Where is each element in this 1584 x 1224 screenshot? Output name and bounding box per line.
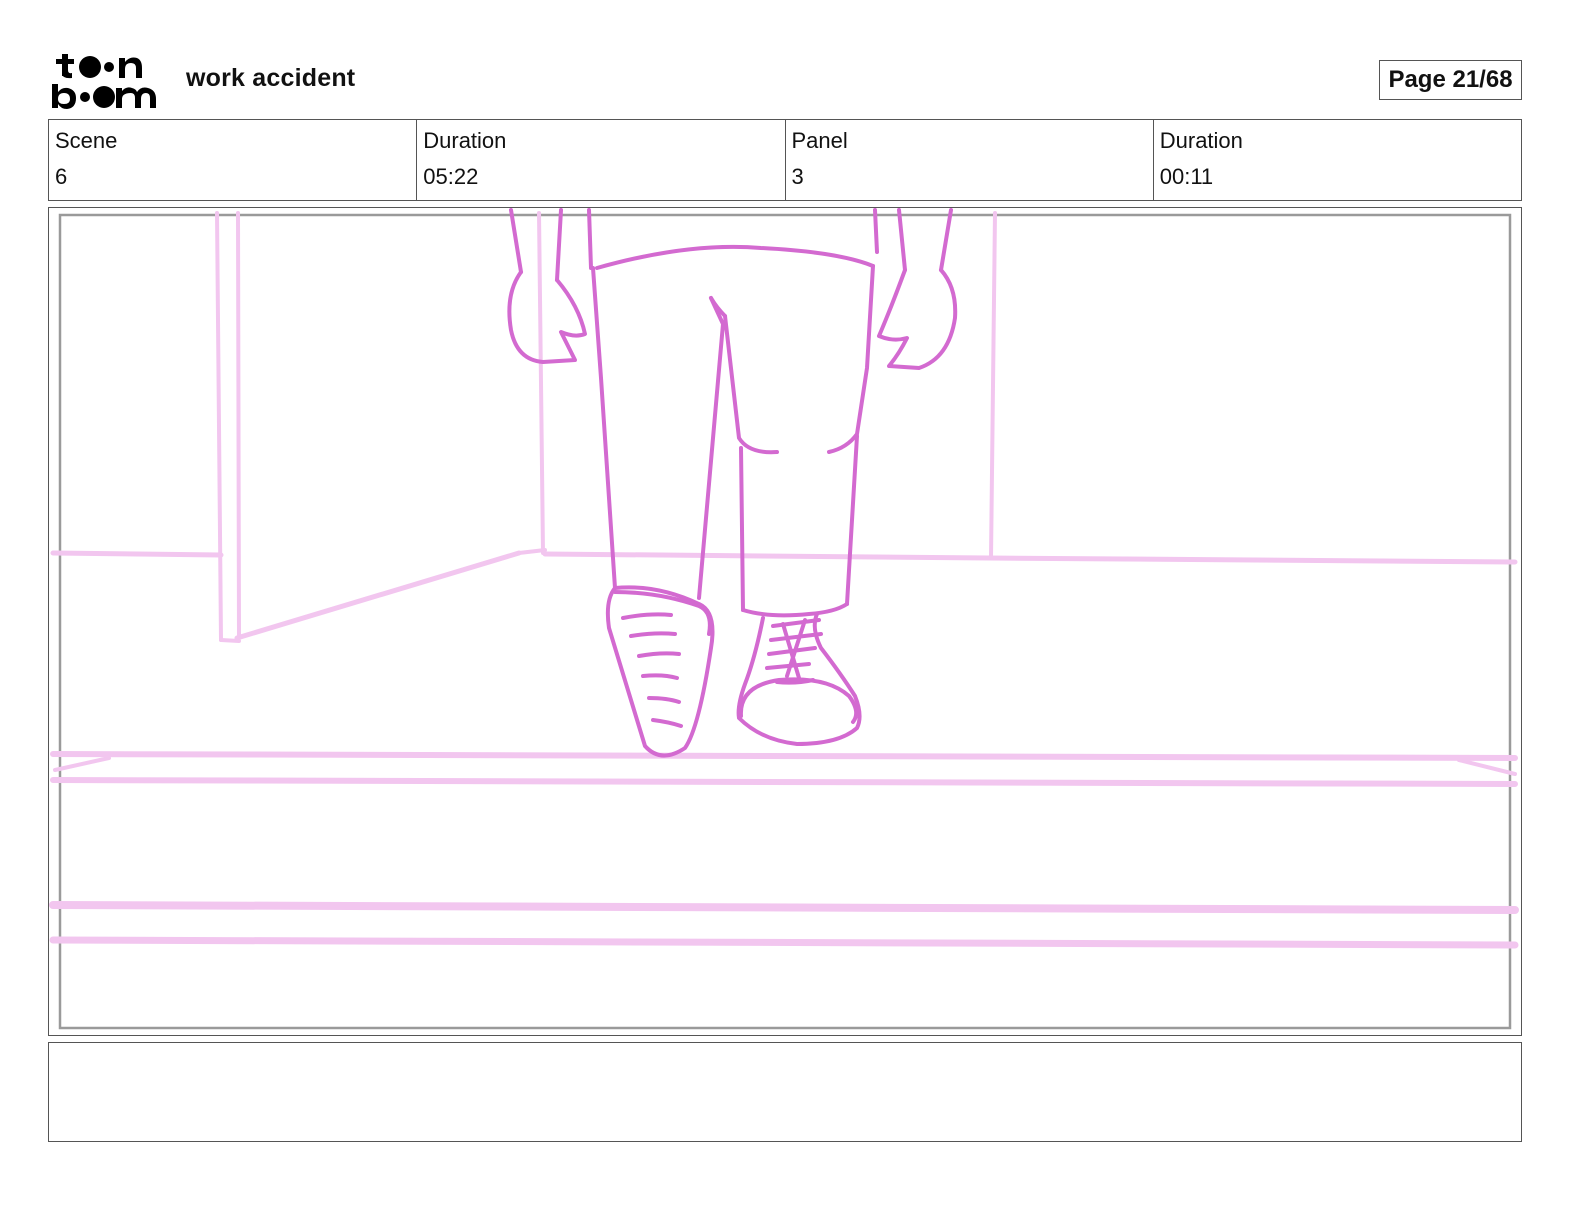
- storyboard-panel: [48, 207, 1522, 1036]
- scene-duration-value: 05:22: [423, 164, 479, 189]
- scene-value: 6: [55, 164, 68, 189]
- scene-label: Scene: [55, 128, 118, 153]
- scene-cell: Scene 6: [49, 120, 418, 200]
- info-table: Scene 6 Duration 05:22 Panel 3 Duration …: [48, 119, 1522, 201]
- panel-duration-value: 00:11: [1159, 164, 1214, 189]
- panel-duration-cell: Duration 00:11: [1154, 120, 1521, 200]
- panel-label: Panel: [791, 128, 848, 153]
- scene-duration-label: Duration: [423, 128, 507, 153]
- panel-notes[interactable]: [48, 1042, 1522, 1142]
- background-layout: [49, 211, 1519, 949]
- panel-sketch: [49, 208, 1519, 1030]
- panel-value: 3: [791, 164, 804, 189]
- scene-duration-cell: Duration 05:22: [417, 120, 786, 200]
- panel-cell: Panel 3: [786, 120, 1154, 200]
- page-indicator: Page 21/68: [1379, 60, 1522, 100]
- panel-duration-label: Duration: [1159, 128, 1243, 153]
- toonboom-logo: toon boom: [52, 54, 156, 109]
- character-sketch: [507, 208, 958, 758]
- document-title: work accident: [186, 64, 356, 92]
